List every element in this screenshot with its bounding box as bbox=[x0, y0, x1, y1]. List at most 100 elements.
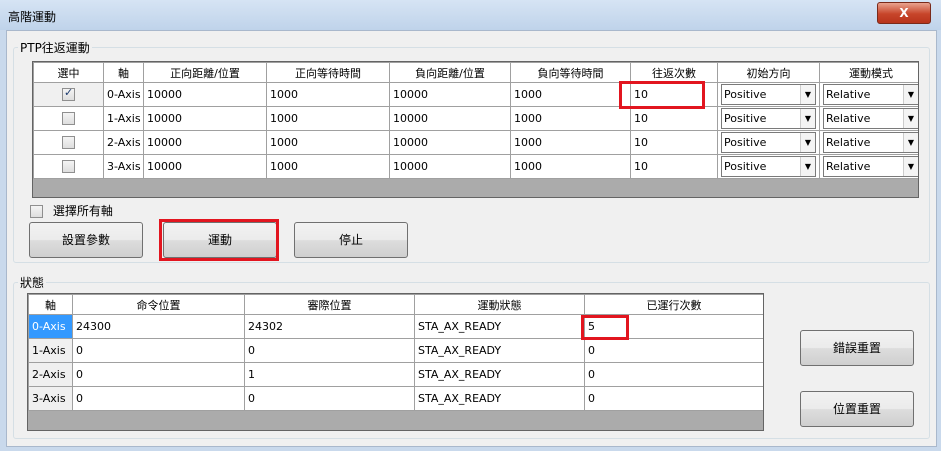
neg-dist-cell[interactable]: 10000 bbox=[389, 154, 511, 179]
runs-cell: 0 bbox=[584, 362, 763, 387]
pos-wait-cell[interactable]: 1000 bbox=[266, 154, 390, 179]
col-header: 命令位置 bbox=[72, 294, 245, 315]
mode-dropdown[interactable]: Relative ▼ bbox=[823, 108, 918, 129]
chevron-down-icon: ▼ bbox=[903, 157, 918, 176]
col-header: 正向等待時間 bbox=[266, 62, 390, 83]
table-row[interactable]: 2-Axis 0 1 STA_AX_READY 0 bbox=[28, 362, 763, 387]
runs-cell: 0 bbox=[584, 386, 763, 411]
table-row[interactable]: 0-Axis 24300 24302 STA_AX_READY 5 bbox=[28, 314, 763, 339]
chevron-down-icon: ▼ bbox=[800, 157, 815, 176]
row-select-checkbox[interactable] bbox=[62, 86, 75, 102]
chevron-down-icon: ▼ bbox=[903, 133, 918, 152]
cmd-pos-cell: 0 bbox=[72, 338, 245, 363]
pos-dist-cell[interactable]: 10000 bbox=[143, 82, 267, 107]
pos-wait-cell[interactable]: 1000 bbox=[266, 82, 390, 107]
ptp-header-row: 選中 軸 正向距離/位置 正向等待時間 負向距離/位置 負向等待時間 往返次數 … bbox=[33, 62, 918, 83]
mode-dropdown[interactable]: Relative ▼ bbox=[823, 156, 918, 177]
table-row: 2-Axis 10000 1000 10000 1000 10 Positive… bbox=[33, 130, 918, 155]
neg-dist-cell[interactable]: 10000 bbox=[389, 82, 511, 107]
axis-cell[interactable]: 1-Axis bbox=[28, 338, 73, 363]
cmd-pos-cell: 0 bbox=[72, 386, 245, 411]
neg-dist-cell[interactable]: 10000 bbox=[389, 130, 511, 155]
close-button[interactable]: X bbox=[877, 2, 931, 24]
neg-wait-cell[interactable]: 1000 bbox=[510, 130, 631, 155]
pos-wait-cell[interactable]: 1000 bbox=[266, 106, 390, 131]
chevron-down-icon: ▼ bbox=[800, 133, 815, 152]
status-grid: 軸 命令位置 審際位置 運動狀態 已運行次數 0-Axis 24300 2430… bbox=[27, 293, 764, 431]
state-cell: STA_AX_READY bbox=[414, 386, 585, 411]
neg-dist-cell[interactable]: 10000 bbox=[389, 106, 511, 131]
pos-dist-cell[interactable]: 10000 bbox=[143, 154, 267, 179]
col-header: 運動狀態 bbox=[414, 294, 585, 315]
col-header: 負向距離/位置 bbox=[389, 62, 511, 83]
neg-wait-cell[interactable]: 1000 bbox=[510, 154, 631, 179]
row-select-checkbox[interactable] bbox=[62, 160, 75, 174]
stop-button[interactable]: 停止 bbox=[294, 222, 408, 258]
direction-dropdown[interactable]: Positive ▼ bbox=[721, 156, 816, 177]
status-group-title: 狀態 bbox=[20, 276, 45, 290]
col-header: 運動模式 bbox=[819, 62, 918, 83]
select-all-checkbox-row[interactable]: 選擇所有軸 bbox=[30, 202, 113, 219]
count-cell[interactable]: 10 bbox=[630, 130, 718, 155]
ptp-grid: 選中 軸 正向距離/位置 正向等待時間 負向距離/位置 負向等待時間 往返次數 … bbox=[32, 61, 919, 198]
axis-cell[interactable]: 3-Axis bbox=[28, 386, 73, 411]
neg-wait-cell[interactable]: 1000 bbox=[510, 106, 631, 131]
table-row: 3-Axis 10000 1000 10000 1000 10 Positive… bbox=[33, 154, 918, 179]
state-cell: STA_AX_READY bbox=[414, 362, 585, 387]
chevron-down-icon: ▼ bbox=[800, 109, 815, 128]
axis-cell: 2-Axis bbox=[103, 130, 144, 155]
dialog-client: PTP往返運動 選中 軸 正向距離/位置 正向等待時間 負向距離/位置 負向等待… bbox=[6, 30, 937, 447]
select-all-label: 選擇所有軸 bbox=[52, 204, 113, 218]
actual-pos-cell: 0 bbox=[244, 338, 415, 363]
col-header: 已運行次數 bbox=[584, 294, 763, 315]
row-select-checkbox[interactable] bbox=[62, 112, 75, 126]
axis-cell: 1-Axis bbox=[103, 106, 144, 131]
count-cell[interactable]: 10 bbox=[630, 106, 718, 131]
col-header: 選中 bbox=[33, 62, 104, 83]
state-cell: STA_AX_READY bbox=[414, 314, 585, 339]
direction-dropdown[interactable]: Positive ▼ bbox=[721, 132, 816, 153]
window-title: 高階運動 bbox=[8, 10, 57, 24]
chevron-down-icon: ▼ bbox=[903, 109, 918, 128]
cmd-pos-cell: 0 bbox=[72, 362, 245, 387]
neg-wait-cell[interactable]: 1000 bbox=[510, 82, 631, 107]
count-cell[interactable]: 10 bbox=[630, 154, 718, 179]
actual-pos-cell: 1 bbox=[244, 362, 415, 387]
axis-cell: 0-Axis bbox=[103, 82, 144, 107]
col-header: 軸 bbox=[103, 62, 144, 83]
table-row[interactable]: 3-Axis 0 0 STA_AX_READY 0 bbox=[28, 386, 763, 411]
actual-pos-cell: 24302 bbox=[244, 314, 415, 339]
title-bar: 高階運動 X bbox=[0, 0, 941, 30]
col-header: 軸 bbox=[28, 294, 73, 315]
cmd-pos-cell: 24300 bbox=[72, 314, 245, 339]
chevron-down-icon: ▼ bbox=[800, 85, 815, 104]
axis-cell: 3-Axis bbox=[103, 154, 144, 179]
direction-dropdown[interactable]: Positive ▼ bbox=[721, 108, 816, 129]
pos-dist-cell[interactable]: 10000 bbox=[143, 106, 267, 131]
runs-highlight-box bbox=[581, 315, 629, 340]
pos-wait-cell[interactable]: 1000 bbox=[266, 130, 390, 155]
axis-cell[interactable]: 2-Axis bbox=[28, 362, 73, 387]
direction-dropdown[interactable]: Positive ▼ bbox=[721, 84, 816, 105]
select-all-checkbox[interactable] bbox=[30, 205, 43, 218]
col-header: 審際位置 bbox=[244, 294, 415, 315]
chevron-down-icon: ▼ bbox=[903, 85, 918, 104]
table-row: 0-Axis 10000 1000 10000 1000 10 Positive… bbox=[33, 82, 918, 107]
col-header: 負向等待時間 bbox=[510, 62, 631, 83]
mode-dropdown[interactable]: Relative ▼ bbox=[823, 84, 918, 105]
row-select-checkbox[interactable] bbox=[62, 136, 75, 150]
count-highlight-box bbox=[619, 81, 705, 109]
table-row: 1-Axis 10000 1000 10000 1000 10 Positive… bbox=[33, 106, 918, 131]
move-highlight-box bbox=[159, 219, 279, 261]
actual-pos-cell: 0 bbox=[244, 386, 415, 411]
error-reset-button[interactable]: 錯誤重置 bbox=[800, 330, 914, 366]
mode-dropdown[interactable]: Relative ▼ bbox=[823, 132, 918, 153]
set-params-button[interactable]: 設置參數 bbox=[29, 222, 143, 258]
runs-cell: 0 bbox=[584, 338, 763, 363]
col-header: 初始方向 bbox=[717, 62, 820, 83]
table-row[interactable]: 1-Axis 0 0 STA_AX_READY 0 bbox=[28, 338, 763, 363]
position-reset-button[interactable]: 位置重置 bbox=[800, 391, 914, 427]
pos-dist-cell[interactable]: 10000 bbox=[143, 130, 267, 155]
axis-cell[interactable]: 0-Axis bbox=[28, 314, 73, 339]
col-header: 往返次數 bbox=[630, 62, 718, 83]
